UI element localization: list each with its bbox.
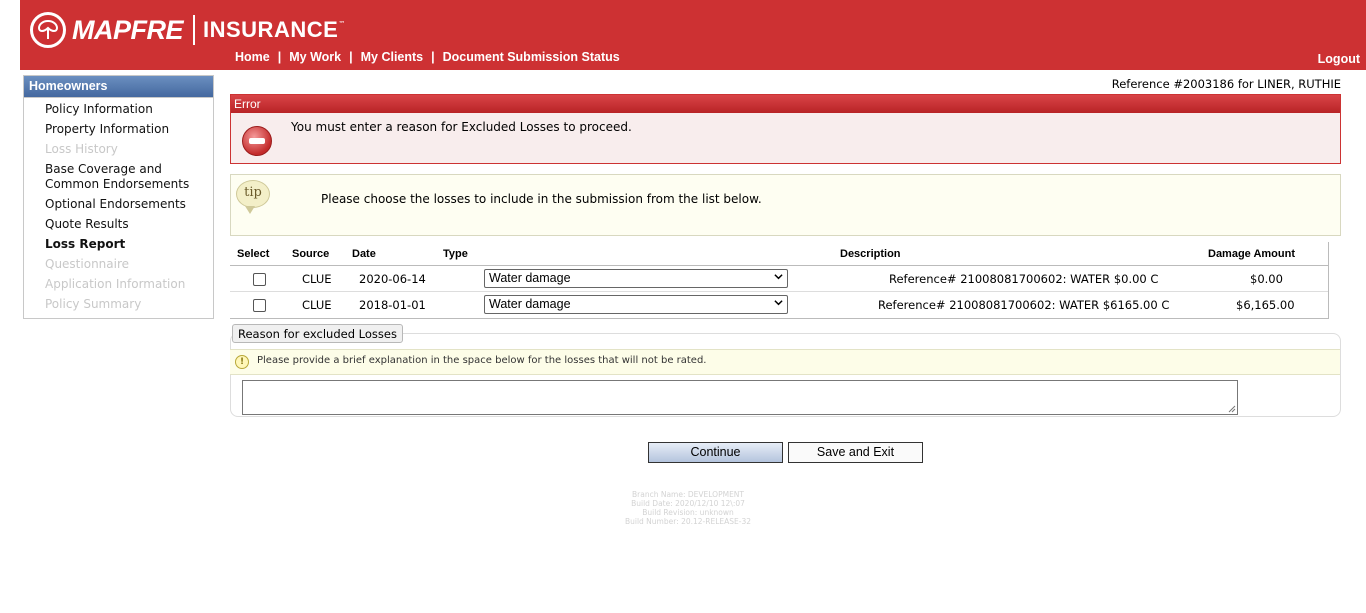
sidebar-title: Homeowners: [24, 76, 213, 98]
header-type: Type: [443, 248, 468, 260]
save-and-exit-button[interactable]: Save and Exit: [788, 442, 923, 463]
select-checkbox[interactable]: [253, 299, 266, 312]
nav-document-submission-status[interactable]: Document Submission Status: [443, 50, 620, 64]
trademark-symbol: ™: [338, 20, 346, 28]
error-message: You must enter a reason for Excluded Los…: [291, 120, 632, 134]
main-nav: Home | My Work | My Clients | Document Submiss…: [235, 50, 620, 64]
reason-legend: Reason for excluded Losses: [232, 324, 403, 343]
build-revision: Build Revision: unknown: [642, 508, 734, 517]
cell-date: 2020-06-14: [359, 272, 426, 286]
cell-amount: $6,165.00: [1236, 298, 1295, 312]
reason-textarea[interactable]: [242, 380, 1238, 415]
cell-description: Reference# 21008081700602: WATER $6165.0…: [878, 298, 1170, 312]
sidebar-item-application-information: Application Information: [45, 277, 186, 291]
sidebar-item-policy-summary: Policy Summary: [45, 297, 142, 311]
build-date: Build Date: 2020/12/10 12\:07: [631, 499, 745, 508]
sidebar-item-policy-information[interactable]: Policy Information: [45, 102, 213, 117]
loss-type-value: Water damage: [489, 271, 571, 285]
header-description: Description: [840, 248, 901, 260]
cell-source: CLUE: [302, 298, 332, 312]
cell-amount: $0.00: [1250, 272, 1283, 286]
sidebar-item-property-information[interactable]: Property Information: [45, 122, 213, 137]
loss-type-value: Water damage: [489, 297, 571, 311]
mapfre-logo: MAPFRE INSURANCE ™: [30, 12, 345, 48]
error-title: Error: [231, 95, 1340, 113]
loss-type-select[interactable]: Water damage: [484, 269, 788, 288]
product-name: INSURANCE: [203, 17, 339, 42]
loss-table: Select Source Date Type Description Dama…: [230, 242, 1329, 319]
continue-button[interactable]: Continue: [648, 442, 783, 463]
build-info: Branch Name: DEVELOPMENT Build Date: 202…: [588, 490, 788, 526]
nav-my-clients[interactable]: My Clients: [361, 50, 424, 64]
sidebar-list: Policy Information Property Information …: [24, 98, 213, 312]
build-branch: Branch Name: DEVELOPMENT: [632, 490, 744, 499]
reference-info: Reference #2003186 for LINER, RUTHIE: [1111, 77, 1341, 91]
brand-name: MAPFRE: [72, 14, 184, 45]
nav-separator: |: [349, 50, 353, 64]
nav-separator: |: [277, 50, 282, 64]
reason-hint: ! Please provide a brief explanation in …: [230, 349, 1340, 375]
tip-panel: tip Please choose the losses to include …: [230, 174, 1341, 236]
table-row: CLUE 2018-01-01 Water damage Reference# …: [230, 292, 1328, 318]
tip-icon: tip: [236, 180, 270, 214]
table-header: Select Source Date Type Description Dama…: [230, 242, 1328, 266]
reason-hint-text: Please provide a brief explanation in th…: [257, 355, 707, 366]
resize-handle-icon[interactable]: [1228, 405, 1236, 413]
loss-type-select[interactable]: Water damage: [484, 295, 788, 314]
nav-separator: |: [431, 50, 435, 64]
app-header: MAPFRE INSURANCE ™ Home | My Work | My Clien…: [20, 0, 1366, 70]
header-damage-amount: Damage Amount: [1208, 248, 1295, 260]
stop-icon: [242, 126, 272, 156]
cell-description: Reference# 21008081700602: WATER $0.00 C: [889, 272, 1159, 286]
error-panel: Error You must enter a reason for Exclud…: [230, 94, 1341, 164]
sidebar-item-loss-report[interactable]: Loss Report: [45, 237, 213, 252]
table-row: CLUE 2020-06-14 Water damage Reference# …: [230, 266, 1328, 292]
header-select: Select: [237, 248, 270, 260]
nav-home[interactable]: Home: [235, 50, 270, 64]
logout-link[interactable]: Logout: [1318, 52, 1360, 66]
nav-my-work[interactable]: My Work: [289, 50, 341, 64]
mapfre-logo-icon: [30, 12, 66, 48]
header-date: Date: [352, 248, 376, 260]
build-number: Build Number: 20.12-RELEASE-32: [624, 517, 752, 526]
cell-date: 2018-01-01: [359, 298, 426, 312]
chevron-down-icon: [774, 274, 783, 280]
header-source: Source: [292, 248, 330, 260]
tip-message: Please choose the losses to include in t…: [321, 192, 762, 206]
sidebar-item-questionnaire: Questionnaire: [45, 257, 130, 271]
sidebar-item-optional-endorsements[interactable]: Optional Endorsements: [45, 197, 213, 212]
sidebar-item-base-coverage[interactable]: Base Coverage and Common Endorsements: [45, 162, 213, 192]
sidebar-item-quote-results[interactable]: Quote Results: [45, 217, 213, 232]
info-icon: !: [235, 355, 249, 369]
select-checkbox[interactable]: [253, 273, 266, 286]
logo-divider: [193, 15, 195, 45]
sidebar-item-loss-history: Loss History: [45, 142, 118, 156]
cell-source: CLUE: [302, 272, 332, 286]
chevron-down-icon: [774, 300, 783, 306]
sidebar: Homeowners Policy Information Property I…: [23, 75, 214, 319]
